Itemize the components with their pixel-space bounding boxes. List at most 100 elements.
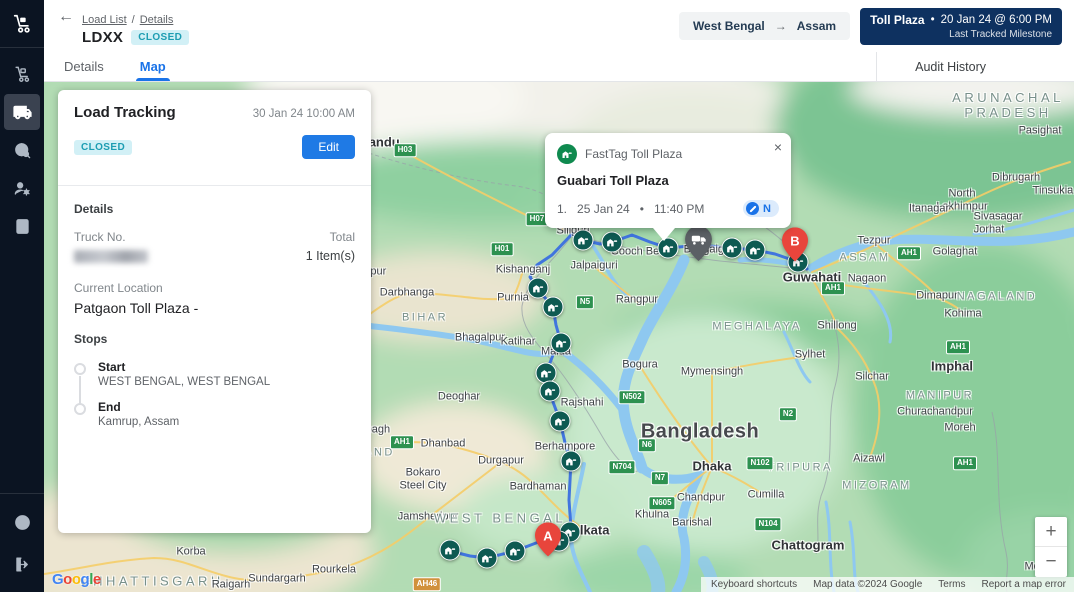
sidebar-nav <box>4 48 40 244</box>
edit-button[interactable]: Edit <box>302 135 355 159</box>
toll-booth-icon <box>509 545 522 558</box>
toll-plaza-marker[interactable] <box>722 238 743 259</box>
toll-booth-icon <box>532 282 545 295</box>
keyboard-shortcuts-link[interactable]: Keyboard shortcuts <box>711 579 797 590</box>
route-chip: West Bengal → Assam <box>679 12 850 40</box>
sidebar-item-documents[interactable] <box>4 208 40 244</box>
toll-booth-icon <box>547 301 560 314</box>
toll-plaza-marker[interactable] <box>561 451 582 472</box>
tab-map[interactable]: Map <box>136 52 170 81</box>
sidebar-item-partners[interactable] <box>4 170 40 206</box>
zoom-out-button[interactable]: − <box>1035 547 1067 577</box>
toll-plaza-marker[interactable] <box>505 541 526 562</box>
sidebar-item-help[interactable] <box>4 504 40 540</box>
cart-logo-icon <box>11 13 33 35</box>
timeline-connector <box>79 376 81 406</box>
toll-booth-icon <box>606 236 619 249</box>
sidebar <box>0 0 44 592</box>
header: ← Load List / Details LDXX CLOSED West B… <box>44 0 1074 52</box>
map-attribution: Keyboard shortcuts Map data ©2024 Google… <box>701 577 1074 592</box>
sidebar-bottom <box>0 493 44 592</box>
map-canvas[interactable]: ARUNACHAL PRADESHPasighatDibrugarhTinsuk… <box>44 82 1074 592</box>
toll-plaza-marker[interactable] <box>540 381 561 402</box>
toll-booth-icon <box>444 544 457 557</box>
toll-plaza-marker[interactable] <box>551 333 572 354</box>
selected-toll-marker[interactable] <box>685 226 712 266</box>
breadcrumb-load-list[interactable]: Load List <box>82 14 127 26</box>
document-icon <box>13 217 32 236</box>
logo-letter: G <box>52 571 63 588</box>
sidebar-item-logout[interactable] <box>4 546 40 582</box>
toll-booth-icon <box>662 242 675 255</box>
toll-plaza-marker[interactable] <box>573 230 594 251</box>
tab-details[interactable]: Details <box>60 52 108 81</box>
breadcrumb-details[interactable]: Details <box>140 14 174 26</box>
toll-plaza-marker[interactable] <box>550 411 571 432</box>
terms-link[interactable]: Terms <box>938 579 965 590</box>
stop-dot-icon <box>74 363 86 375</box>
toll-booth-icon <box>577 234 590 247</box>
logo-letter: g <box>81 571 90 588</box>
route-pin[interactable]: A <box>535 522 561 561</box>
close-icon[interactable]: × <box>774 140 782 154</box>
stops-heading: Stops <box>74 332 355 346</box>
pin-icon: B <box>782 227 808 261</box>
breadcrumb-separator: / <box>132 14 135 26</box>
back-button[interactable]: ← <box>58 8 74 26</box>
truck-no-value-redacted <box>74 250 148 263</box>
stop-start-label: Start <box>98 360 270 374</box>
arrow-right-icon: → <box>775 19 787 33</box>
last-milestone-badge: Toll Plaza • 20 Jan 24 @ 6:00 PM Last Tr… <box>860 8 1062 45</box>
globe-search-icon <box>13 141 32 160</box>
truck-icon <box>13 103 32 122</box>
popup-title: Guabari Toll Plaza <box>557 173 779 188</box>
toll-booth-icon <box>540 367 553 380</box>
panel-title: Load Tracking <box>74 104 176 121</box>
stop-dot-icon <box>74 403 86 415</box>
toll-plaza-marker[interactable] <box>440 540 461 561</box>
report-error-link[interactable]: Report a map error <box>982 579 1066 590</box>
audit-history-link[interactable]: Audit History <box>876 52 1074 81</box>
toll-plaza-marker[interactable] <box>543 297 564 318</box>
sidebar-item-trips[interactable] <box>4 94 40 130</box>
load-tracking-panel: Load Tracking 30 Jan 24 10:00 AM CLOSED … <box>58 90 371 533</box>
popup-type-label: FastTag Toll Plaza <box>585 147 682 161</box>
route-destination: Assam <box>797 19 836 33</box>
stop-end-value: Kamrup, Assam <box>98 416 179 428</box>
toll-plaza-marker[interactable] <box>602 232 623 253</box>
toll-plaza-marker[interactable] <box>477 548 498 569</box>
selected-pin-icon <box>685 226 712 261</box>
app-window: ← Load List / Details LDXX CLOSED West B… <box>0 0 1074 592</box>
logo-letter: o <box>63 571 72 588</box>
route-pin[interactable]: B <box>782 227 808 266</box>
popup-n-badge[interactable]: N <box>743 200 779 217</box>
main-area: ← Load List / Details LDXX CLOSED West B… <box>44 0 1074 592</box>
users-settings-icon <box>13 179 32 198</box>
popup-time: 11:40 PM <box>654 202 704 216</box>
pin-icon: A <box>535 522 561 556</box>
popup-n-label: N <box>763 203 771 215</box>
truck-no-label: Truck No. <box>74 230 126 244</box>
stop-end: End Kamrup, Assam <box>74 400 355 428</box>
stops-timeline: Start WEST BENGAL, WEST BENGAL End Kamru… <box>74 360 355 428</box>
popup-date: 25 Jan 24 <box>577 202 630 216</box>
current-location-label: Current Location <box>74 281 355 295</box>
route-origin: West Bengal <box>693 19 765 33</box>
toll-plaza-popup: × FastTag Toll Plaza Guabari Toll Plaza … <box>545 133 791 228</box>
help-icon <box>13 513 32 532</box>
stop-end-label: End <box>98 400 179 414</box>
stop-start-value: WEST BENGAL, WEST BENGAL <box>98 376 270 388</box>
tab-bar: Details Map Audit History <box>44 52 1074 82</box>
sidebar-item-tracking[interactable] <box>4 132 40 168</box>
toll-booth-icon <box>481 552 494 565</box>
zoom-in-button[interactable]: + <box>1035 517 1067 547</box>
toll-plaza-marker[interactable] <box>745 240 766 261</box>
app-logo <box>0 0 44 48</box>
toll-plaza-marker[interactable] <box>528 278 549 299</box>
popup-index: 1. <box>557 202 567 216</box>
sidebar-item-loads[interactable] <box>4 56 40 92</box>
logo-letter: e <box>93 571 101 588</box>
milestone-type: Toll Plaza <box>870 13 924 27</box>
hand-truck-icon <box>13 65 32 84</box>
panel-timestamp: 30 Jan 24 10:00 AM <box>253 108 355 120</box>
